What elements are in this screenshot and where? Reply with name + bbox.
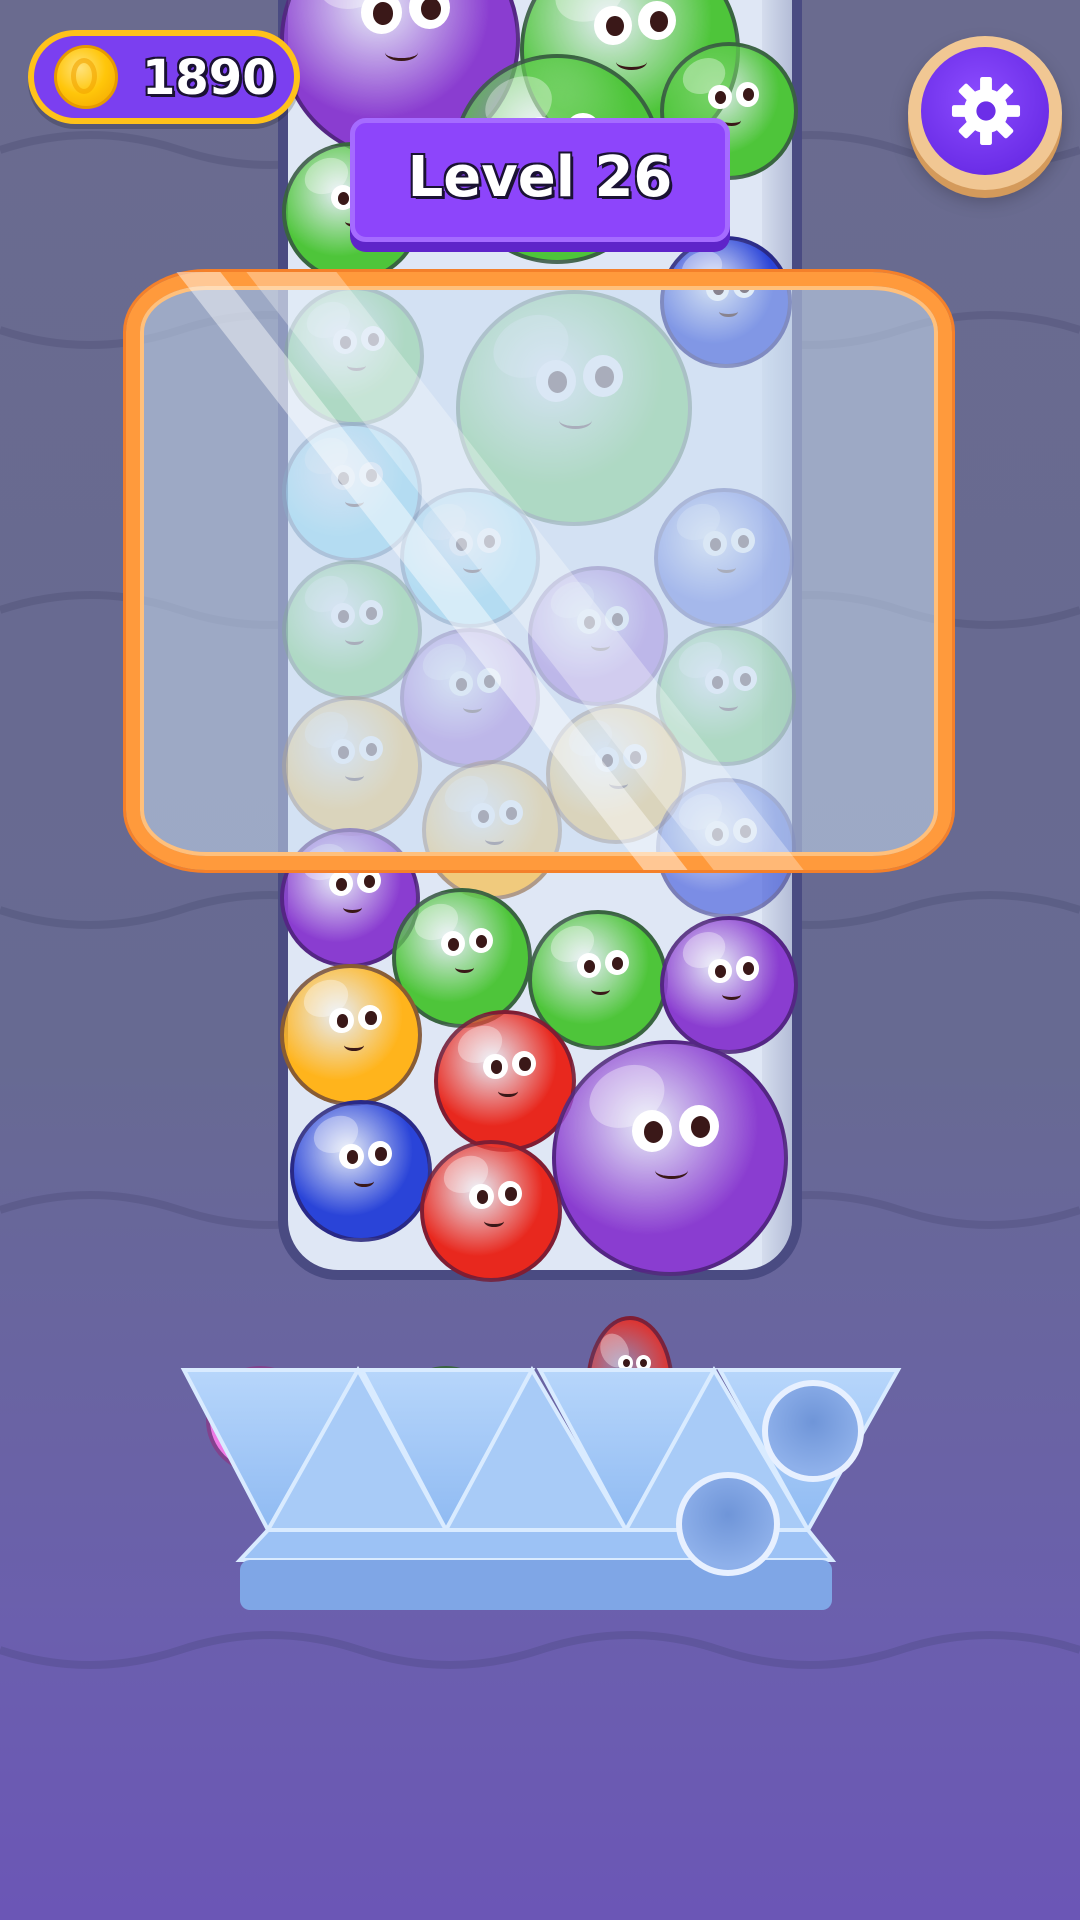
mouth: [343, 1039, 364, 1051]
eye: [735, 955, 760, 981]
eye: [328, 871, 353, 897]
blue-ball[interactable]: [290, 1100, 432, 1242]
mouth: [616, 54, 648, 71]
eye: [678, 1105, 719, 1148]
eye: [511, 1050, 536, 1077]
eye: [339, 1143, 364, 1170]
mouth: [721, 989, 742, 1001]
glass-frame: [126, 272, 952, 870]
level-label: Level 26: [407, 145, 673, 210]
mouth: [454, 962, 475, 974]
level-banner: Level 26: [350, 118, 730, 242]
tray-slot-empty[interactable]: [676, 1472, 780, 1576]
mouth: [353, 1175, 374, 1187]
eye: [708, 84, 732, 110]
red-ball[interactable]: [420, 1140, 562, 1282]
eye: [440, 931, 465, 957]
mouth: [497, 1085, 518, 1097]
eye: [604, 950, 629, 976]
eye: [356, 868, 381, 894]
eye: [367, 1140, 392, 1167]
coin-icon: [54, 45, 118, 109]
eye: [483, 1053, 508, 1080]
eye: [408, 0, 450, 30]
mouth: [655, 1162, 689, 1180]
eye: [638, 1, 676, 41]
purple-ball[interactable]: [552, 1040, 788, 1276]
mouth: [384, 44, 419, 62]
eye: [576, 953, 601, 979]
settings-button-face: [921, 47, 1049, 175]
coin-counter: 1890: [28, 30, 300, 124]
eye: [497, 1180, 522, 1207]
coin-count: 1890: [142, 50, 276, 106]
mouth: [590, 984, 611, 996]
eye: [360, 0, 402, 35]
tray-slot-empty[interactable]: [762, 1380, 864, 1482]
mouth: [342, 902, 363, 914]
settings-button[interactable]: [908, 36, 1062, 190]
eye: [594, 5, 632, 45]
eye: [631, 1110, 672, 1153]
eye: [357, 1004, 382, 1031]
eye: [468, 928, 493, 954]
eye: [735, 81, 760, 107]
gear-icon: [951, 76, 1021, 146]
eye: [708, 958, 732, 984]
eye: [329, 1007, 354, 1034]
purple-ball[interactable]: [660, 916, 798, 1054]
yellow-ball[interactable]: [280, 964, 422, 1106]
eye: [469, 1183, 494, 1210]
mouth: [483, 1215, 504, 1227]
